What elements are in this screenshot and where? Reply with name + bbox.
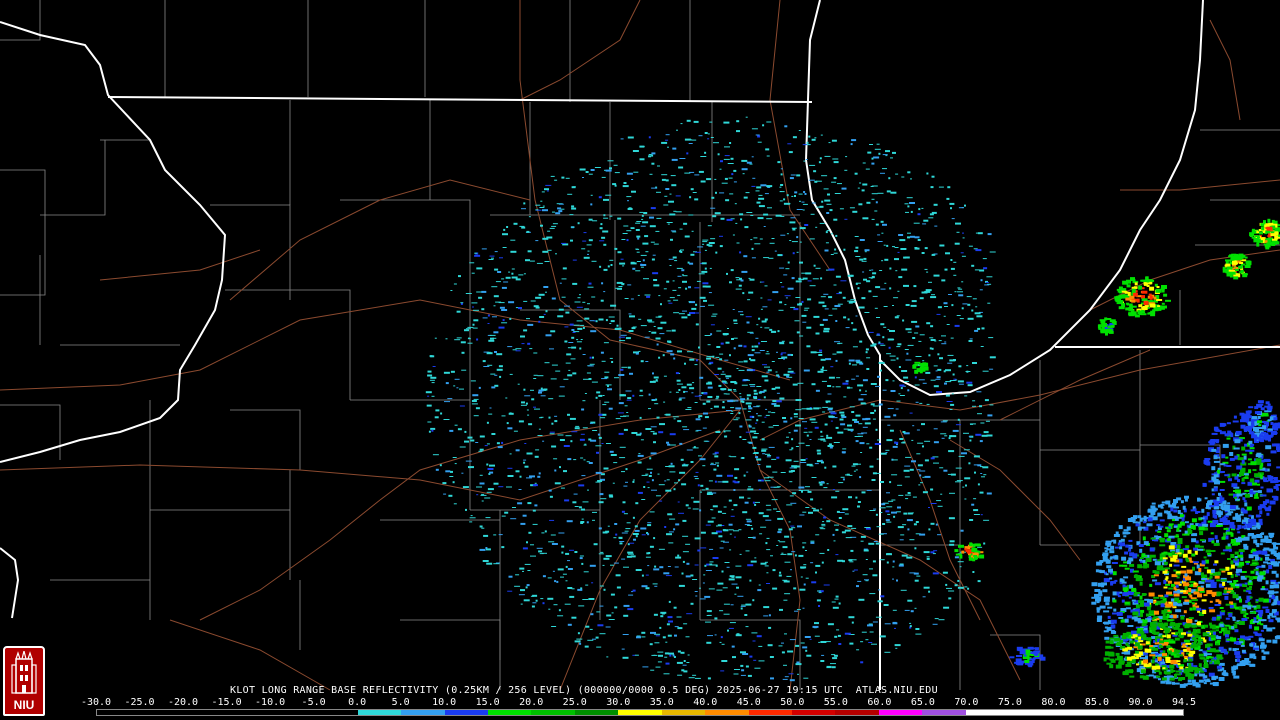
colorbar-tick-label: 10.0 — [432, 697, 457, 708]
colorbar-tick-label: -25.0 — [124, 697, 155, 708]
colorbar-swatch — [1096, 710, 1140, 715]
colorbar-swatch — [487, 710, 532, 715]
niu-logo: NIU — [3, 646, 45, 716]
colorbar-swatch — [270, 710, 315, 715]
colorbar-swatch — [661, 710, 706, 715]
colorbar-tick-label: 15.0 — [475, 697, 500, 708]
colorbar-tick-label: -15.0 — [211, 697, 242, 708]
colorbar-swatch — [1009, 710, 1053, 715]
colorbar-swatch — [183, 710, 228, 715]
colorbar-tick-label: 65.0 — [910, 697, 935, 708]
colorbar-swatch — [444, 710, 488, 715]
colorbar-tick-label: 35.0 — [649, 697, 674, 708]
colorbar-swatch — [705, 710, 749, 715]
colorbar-tick-label: 85.0 — [1084, 697, 1109, 708]
colorbar-swatch — [357, 710, 402, 715]
colorbar-swatch — [574, 710, 619, 715]
reflectivity-colorbar — [96, 709, 1184, 716]
colorbar-swatch — [1139, 710, 1183, 715]
colorbar-tick-label: 94.5 — [1171, 697, 1197, 708]
colorbar-swatch — [792, 710, 836, 715]
colorbar-tick-label: 0.0 — [348, 697, 367, 708]
colorbar-swatch — [1052, 710, 1097, 715]
colorbar-tick-label: 80.0 — [1041, 697, 1066, 708]
colorbar-swatch — [965, 710, 1010, 715]
colorbar-ticks: -30.0 -25.0 -20.0 -15.0 -10.0 -5.0 0.0 5.0 10.0 1… — [81, 697, 1197, 709]
colorbar-swatch — [314, 710, 358, 715]
colorbar-swatch — [140, 710, 184, 715]
colorbar-tick-label: 40.0 — [693, 697, 718, 708]
colorbar-swatch — [97, 710, 141, 715]
colorbar-tick-label: -5.0 — [301, 697, 326, 708]
colorbar-tick-label: 5.0 — [391, 697, 410, 708]
radar-map — [0, 0, 1280, 720]
colorbar-swatch — [531, 710, 575, 715]
colorbar-tick-label: 20.0 — [519, 697, 544, 708]
colorbar-tick-label: 90.0 — [1128, 697, 1153, 708]
tower-icon — [11, 651, 37, 694]
colorbar-swatch — [618, 710, 662, 715]
colorbar-swatch — [401, 710, 445, 715]
colorbar-swatch — [878, 710, 923, 715]
colorbar-tick-label: -10.0 — [255, 697, 286, 708]
logo-text: NIU — [13, 698, 35, 712]
colorbar-swatch — [835, 710, 879, 715]
colorbar-tick-label: -30.0 — [80, 697, 112, 708]
colorbar-tick-label: 55.0 — [823, 697, 848, 708]
colorbar-tick-label: 30.0 — [606, 697, 631, 708]
colorbar-swatch — [922, 710, 966, 715]
product-caption: KLOT LONG RANGE BASE REFLECTIVITY (0.25K… — [230, 685, 938, 696]
colorbar-tick-label: 75.0 — [997, 697, 1022, 708]
colorbar-swatch — [748, 710, 792, 715]
colorbar-tick-label: 50.0 — [780, 697, 805, 708]
colorbar-tick-label: 70.0 — [954, 697, 979, 708]
colorbar-tick-label: 45.0 — [736, 697, 761, 708]
colorbar-tick-label: 60.0 — [867, 697, 892, 708]
colorbar-tick-label: 25.0 — [562, 697, 587, 708]
colorbar-swatch — [227, 710, 271, 715]
colorbar-tick-label: -20.0 — [167, 697, 199, 708]
